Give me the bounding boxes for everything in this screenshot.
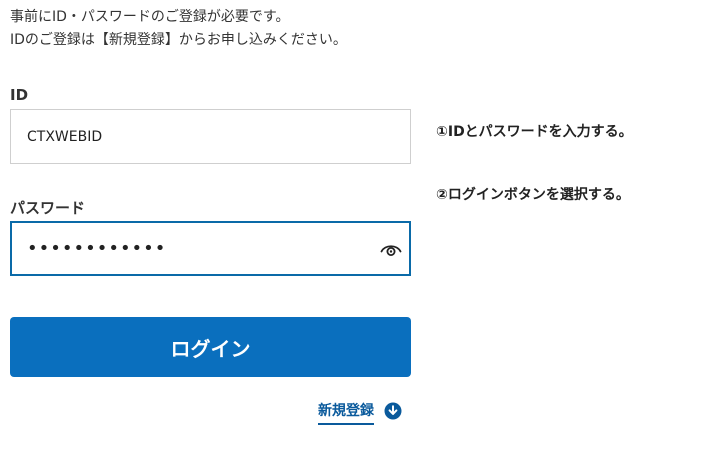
password-field-container — [10, 221, 411, 276]
login-button[interactable]: ログイン — [10, 317, 411, 377]
id-input[interactable] — [11, 110, 410, 163]
id-field-container — [10, 109, 411, 164]
intro-text: 事前にID・パスワードのご登録が必要です。 IDのご登録は【新規登録】からお申し… — [10, 6, 347, 52]
intro-line-1: 事前にID・パスワードのご登録が必要です。 — [10, 9, 290, 25]
download-circle-icon — [384, 402, 402, 420]
eye-icon[interactable] — [379, 237, 403, 261]
instruction-step-1: ①IDとパスワードを入力する。 — [436, 124, 633, 140]
password-input[interactable] — [12, 223, 409, 274]
password-label: パスワード — [10, 199, 86, 217]
login-page: 事前にID・パスワードのご登録が必要です。 IDのご登録は【新規登録】からお申し… — [0, 0, 714, 451]
register-link[interactable]: 新規登録 — [318, 400, 402, 426]
intro-line-2: IDのご登録は【新規登録】からお申し込みください。 — [10, 32, 347, 48]
id-label: ID — [10, 86, 29, 104]
register-link-label: 新規登録 — [318, 400, 374, 425]
instruction-step-2: ②ログインボタンを選択する。 — [436, 187, 630, 203]
